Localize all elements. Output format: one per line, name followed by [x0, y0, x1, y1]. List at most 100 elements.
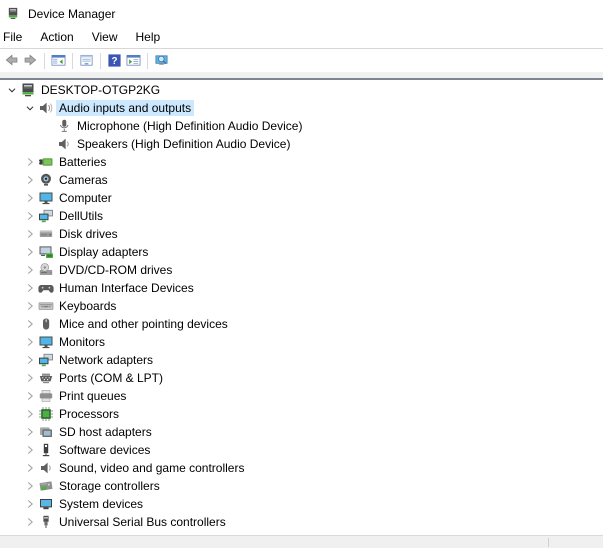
- tree-item-universal-serial-bus-controllers[interactable]: Universal Serial Bus controllers: [0, 513, 603, 531]
- forward-button[interactable]: [22, 52, 40, 70]
- camera-icon: [38, 172, 54, 188]
- chevron-down-icon[interactable]: [4, 82, 20, 98]
- tree-item-sd-host-adapters[interactable]: SD host adapters: [0, 423, 603, 441]
- tree-item-desktop-otgp2kg[interactable]: DESKTOP-OTGP2KG: [0, 81, 603, 99]
- tree-item-label: Software devices: [59, 443, 151, 457]
- chevron-right-icon[interactable]: [22, 352, 38, 368]
- help-button[interactable]: ?: [106, 52, 124, 70]
- tree-item-batteries[interactable]: Batteries: [0, 153, 603, 171]
- tree-item-network-adapters[interactable]: Network adapters: [0, 351, 603, 369]
- chevron-right-icon[interactable]: [22, 388, 38, 404]
- chevron-right-icon[interactable]: [22, 190, 38, 206]
- chevron-right-icon[interactable]: [22, 370, 38, 386]
- tree-item-mice-and-other-pointing-devices[interactable]: Mice and other pointing devices: [0, 315, 603, 333]
- tree-item-software-devices[interactable]: Software devices: [0, 441, 603, 459]
- disk-drive-icon: [38, 226, 54, 242]
- tree-item-storage-controllers[interactable]: Storage controllers: [0, 477, 603, 495]
- device-manager-app-icon: [6, 6, 21, 21]
- tree-item-label: Mice and other pointing devices: [59, 317, 228, 331]
- show-action-pane-button[interactable]: [125, 52, 143, 70]
- scan-for-hardware-changes-button[interactable]: [153, 52, 171, 70]
- chevron-right-icon[interactable]: [22, 514, 38, 530]
- show-console-tree-button[interactable]: [50, 52, 68, 70]
- speaker-icon: [38, 460, 54, 476]
- svg-text:?: ?: [111, 56, 117, 67]
- tree-item-label: Processors: [59, 407, 120, 421]
- tree-item-dvd-cd-rom-drives[interactable]: DVD/CD-ROM drives: [0, 261, 603, 279]
- chevron-right-icon[interactable]: [22, 316, 38, 332]
- tree-item-human-interface-devices[interactable]: Human Interface Devices: [0, 279, 603, 297]
- tree-item-speakers-high-definition-audio-device[interactable]: Speakers (High Definition Audio Device): [0, 135, 603, 153]
- tree-item-label: Network adapters: [59, 353, 154, 367]
- tree-item-label: Storage controllers: [59, 479, 160, 493]
- tree-item-computer[interactable]: Computer: [0, 189, 603, 207]
- display-adapter-icon: [38, 244, 54, 260]
- tree-item-label: Ports (COM & LPT): [59, 371, 164, 385]
- console-tree-icon: [51, 53, 66, 68]
- tree-item-cameras[interactable]: Cameras: [0, 171, 603, 189]
- computer-icon: [38, 190, 54, 206]
- tree-item-sound-video-and-game-controllers[interactable]: Sound, video and game controllers: [0, 459, 603, 477]
- tree-item-disk-drives[interactable]: Disk drives: [0, 225, 603, 243]
- tree-item-keyboards[interactable]: Keyboards: [0, 297, 603, 315]
- dvd-drive-icon: [38, 262, 54, 278]
- chevron-right-icon[interactable]: [22, 226, 38, 242]
- menu-view[interactable]: View: [83, 28, 127, 47]
- tree-item-dellutils[interactable]: DellUtils: [0, 207, 603, 225]
- tree-item-label: DESKTOP-OTGP2KG: [41, 83, 161, 97]
- tree-item-system-devices[interactable]: System devices: [0, 495, 603, 513]
- chevron-right-icon[interactable]: [22, 172, 38, 188]
- chevron-right-icon[interactable]: [22, 406, 38, 422]
- chevron-right-icon[interactable]: [22, 496, 38, 512]
- tree-item-audio-inputs-and-outputs[interactable]: Audio inputs and outputs: [0, 99, 603, 117]
- title-bar: Device Manager: [0, 0, 603, 27]
- tree-item-label: Monitors: [59, 335, 106, 349]
- network-computer-icon: [38, 208, 54, 224]
- storage-controller-icon: [38, 478, 54, 494]
- tree-item-label: Keyboards: [59, 299, 117, 313]
- tree-item-label: SD host adapters: [59, 425, 152, 439]
- tree-item-label: Cameras: [59, 173, 108, 187]
- device-tree[interactable]: DESKTOP-OTGP2KG Audio inputs and outputs M…: [0, 80, 603, 535]
- chevron-right-icon[interactable]: [22, 424, 38, 440]
- properties-window-icon: [79, 53, 94, 68]
- tree-item-processors[interactable]: Processors: [0, 405, 603, 423]
- chevron-right-icon[interactable]: [22, 244, 38, 260]
- chevron-right-icon[interactable]: [22, 298, 38, 314]
- toolbar-separator: [72, 52, 73, 69]
- usb-plug-icon: [38, 514, 54, 530]
- tree-item-label: Display adapters: [59, 245, 149, 259]
- menu-action[interactable]: Action: [31, 28, 82, 47]
- chevron-right-icon[interactable]: [22, 442, 38, 458]
- tree-item-print-queues[interactable]: Print queues: [0, 387, 603, 405]
- system-device-icon: [38, 496, 54, 512]
- tree-item-display-adapters[interactable]: Display adapters: [0, 243, 603, 261]
- printer-icon: [38, 388, 54, 404]
- scan-hardware-icon: [154, 53, 169, 68]
- chevron-right-icon[interactable]: [22, 334, 38, 350]
- menu-file[interactable]: File: [0, 28, 31, 47]
- chevron-right-icon[interactable]: [22, 478, 38, 494]
- keyboard-icon: [38, 298, 54, 314]
- toolbar: ?: [0, 49, 603, 72]
- status-bar: [0, 535, 603, 548]
- toolbar-separator: [44, 52, 45, 69]
- tree-item-label: DellUtils: [59, 209, 104, 223]
- chevron-right-icon[interactable]: [22, 154, 38, 170]
- chevron-down-icon[interactable]: [22, 100, 38, 116]
- tree-item-label: Print queues: [59, 389, 127, 403]
- chevron-right-icon[interactable]: [22, 208, 38, 224]
- properties-button[interactable]: [78, 52, 96, 70]
- tree-item-monitors[interactable]: Monitors: [0, 333, 603, 351]
- tree-item-label: Microphone (High Definition Audio Device…: [77, 119, 303, 133]
- chevron-right-icon[interactable]: [22, 460, 38, 476]
- menu-help[interactable]: Help: [127, 28, 170, 47]
- back-button[interactable]: [3, 52, 21, 70]
- chevron-right-icon[interactable]: [22, 262, 38, 278]
- computer-system-icon: [20, 82, 36, 98]
- tree-item-ports-com-lpt[interactable]: Ports (COM & LPT): [0, 369, 603, 387]
- battery-icon: [38, 154, 54, 170]
- tree-item-microphone-high-definition-audio-device[interactable]: Microphone (High Definition Audio Device…: [0, 117, 603, 135]
- serial-port-icon: [38, 370, 54, 386]
- chevron-right-icon[interactable]: [22, 280, 38, 296]
